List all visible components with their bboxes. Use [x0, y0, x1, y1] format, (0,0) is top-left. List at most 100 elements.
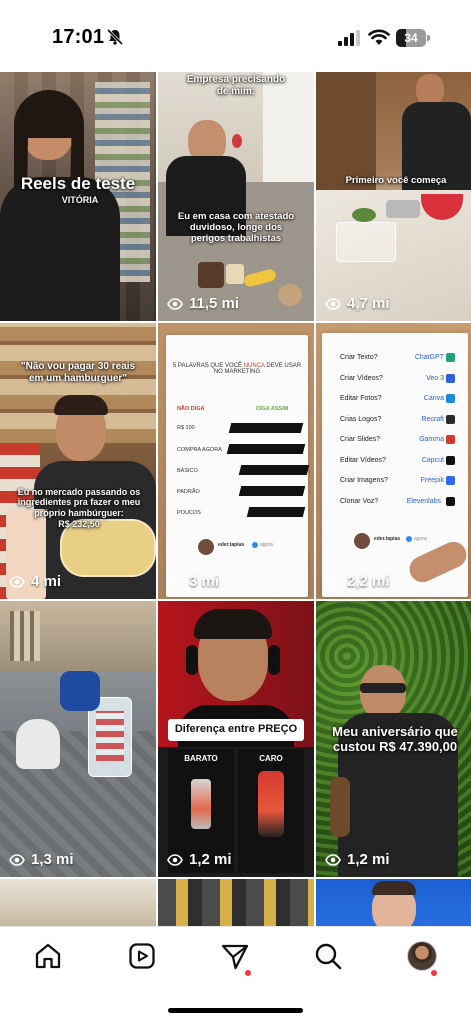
- tile-8-views: 1,2 mi: [167, 851, 232, 868]
- tile-8-caption: Diferença entre PREÇO: [174, 723, 298, 735]
- tool-name: Veo 3: [426, 375, 444, 382]
- tile-6-verified-icon: [406, 536, 412, 542]
- eye-icon: [167, 297, 183, 310]
- reel-tile-12[interactable]: [316, 879, 471, 926]
- reel-tile-8[interactable]: Diferença entre PREÇO BARATO CARO 1,2 mi: [158, 601, 314, 877]
- search-button[interactable]: [313, 941, 343, 971]
- wifi-icon: [368, 29, 390, 45]
- tool-name: Canva: [423, 395, 444, 402]
- reel-tile-9[interactable]: Meu aniversário que custou R$ 47.390,00 …: [316, 601, 471, 877]
- signal-icon: [338, 30, 360, 46]
- reels-button[interactable]: [127, 941, 157, 971]
- tool-question: Criar Texto?: [340, 354, 378, 361]
- tile-5-author: eder.tapias: [218, 542, 245, 548]
- tile-6-author-tag: agora: [414, 536, 427, 542]
- tile-5-redaction-4: [238, 486, 306, 496]
- home-icon: [35, 943, 61, 969]
- status-time: 17:01: [52, 26, 105, 48]
- tile-6-author: eder.tapias: [374, 536, 401, 542]
- tool-question: Criar Imagens?: [340, 477, 388, 484]
- tool-question: Criar Vídeos?: [340, 375, 383, 382]
- reel-tile-4[interactable]: "Não vou pagar 30 reais em um hamburguer…: [0, 323, 156, 599]
- tool-name: Freepik: [420, 477, 444, 484]
- tool-question: Editar Fotos?: [340, 395, 382, 402]
- messages-notification-dot: [245, 970, 251, 976]
- profile-avatar[interactable]: [407, 941, 437, 971]
- tool-question: Editar Vídeos?: [340, 457, 386, 464]
- tile-9-caption: Meu aniversário que custou R$ 47.390,00: [332, 724, 458, 754]
- tool-logo-icon: [446, 374, 455, 383]
- reel-tile-5[interactable]: 5 PALAVRAS QUE VOCÊ NUNCA DEVE USAR NO M…: [158, 323, 314, 599]
- tile-5-author-avatar: [198, 539, 214, 555]
- tile-5-redaction-1: [228, 423, 304, 433]
- tile-5-word-2: COMPRA AGORA: [177, 447, 222, 453]
- reel-tile-7[interactable]: 1,3 mi: [0, 601, 156, 877]
- eye-icon: [9, 853, 25, 866]
- tool-logo-icon: [446, 497, 455, 506]
- tile-2-views: 11,5 mi: [167, 295, 239, 312]
- eye-icon: [325, 575, 341, 588]
- tool-question: Crias Logos?: [340, 416, 382, 423]
- tile-4-bottom-caption: Eu no mercado passando os ingredientes p…: [17, 487, 141, 518]
- tile-3-views-count: 4,7 mi: [347, 295, 390, 312]
- send-icon: [221, 944, 249, 970]
- tile-6-author-avatar: [354, 533, 370, 549]
- tile-5-redaction-3: [238, 465, 310, 475]
- tile-2-bottom-caption: Eu em casa com atestado duvidoso, longe …: [177, 211, 295, 244]
- status-bar: 17:01 34: [0, 0, 471, 72]
- tool-name: Elevenlabs: [406, 498, 441, 505]
- reel-tile-11[interactable]: [158, 879, 314, 926]
- reels-icon: [129, 943, 155, 969]
- tile-5-word-1: R$ 100: [177, 425, 195, 431]
- reel-tile-10[interactable]: [0, 879, 156, 926]
- home-button[interactable]: [33, 941, 63, 971]
- tile-4-price: R$ 232,50: [58, 519, 100, 529]
- tile-7-views-count: 1,3 mi: [31, 851, 74, 868]
- tile-5-author-tag: agora: [260, 542, 273, 548]
- tile-5-word-3: BÁSICO: [177, 468, 198, 474]
- tile-2-views-count: 11,5 mi: [189, 295, 240, 312]
- eye-icon: [325, 853, 341, 866]
- tile-2-top-caption: Empresa precisando de mim:: [186, 74, 286, 97]
- tile-5-verified-icon: [252, 542, 258, 548]
- profile-notification-dot: [431, 970, 437, 976]
- tool-name: Recraft: [421, 416, 444, 423]
- eye-icon: [167, 575, 183, 588]
- reel-tile-1[interactable]: Reels de teste VITÓRIA: [0, 72, 156, 321]
- tool-logo-icon: [446, 394, 455, 403]
- reel-tile-2[interactable]: Empresa precisando de mim: Eu em casa co…: [158, 72, 314, 321]
- tile-4-views-count: 4 mi: [31, 573, 62, 590]
- tile-7-views: 1,3 mi: [9, 851, 74, 868]
- tool-question: Criar Slides?: [340, 436, 381, 443]
- bell-slash-icon: [106, 28, 124, 46]
- tile-5-word-5: POUCOS: [177, 510, 201, 516]
- tile-1-title: Reels de teste: [20, 174, 136, 193]
- battery-level: 34: [404, 31, 418, 45]
- eye-icon: [167, 853, 183, 866]
- reel-tile-6[interactable]: Criar Texto? ChatGPT Criar Vídeos? Veo 3 Edi…: [316, 323, 471, 599]
- tool-name: Capcut: [421, 457, 444, 464]
- tile-8-left-label: BARATO: [184, 754, 218, 763]
- tool-logo-icon: [446, 415, 455, 424]
- tile-8-right-label: CARO: [259, 754, 283, 763]
- tile-8-views-count: 1,2 mi: [189, 851, 232, 868]
- reels-grid: Reels de teste VITÓRIA Empresa precisand…: [0, 72, 471, 926]
- tile-5-redaction-2: [226, 444, 306, 454]
- tile-9-views: 1,2 mi: [325, 851, 390, 868]
- tile-4-top-caption: "Não vou pagar 30 reais em um hamburguer…: [20, 361, 136, 384]
- tool-logo-icon: [446, 476, 455, 485]
- home-indicator: [168, 1008, 303, 1013]
- tile-5-redaction-5: [246, 507, 306, 517]
- tool-logo-icon: [446, 456, 455, 465]
- eye-icon: [9, 575, 25, 588]
- tile-5-right-header: DIGA ASSIM: [256, 406, 289, 412]
- messages-button[interactable]: [220, 941, 251, 976]
- tool-logo-icon: [446, 353, 455, 362]
- tool-name: Gamma: [419, 436, 444, 443]
- tile-5-views-count: 3 mi: [189, 573, 220, 590]
- tile-6-views-count: 2,2 mi: [347, 573, 390, 590]
- reel-tile-3[interactable]: Primeiro você começa 4,7 mi: [316, 72, 471, 321]
- tile-3-caption: Primeiro você começa: [345, 175, 447, 186]
- tool-question: Clonar Voz?: [340, 498, 379, 505]
- tile-3-views: 4,7 mi: [325, 295, 390, 312]
